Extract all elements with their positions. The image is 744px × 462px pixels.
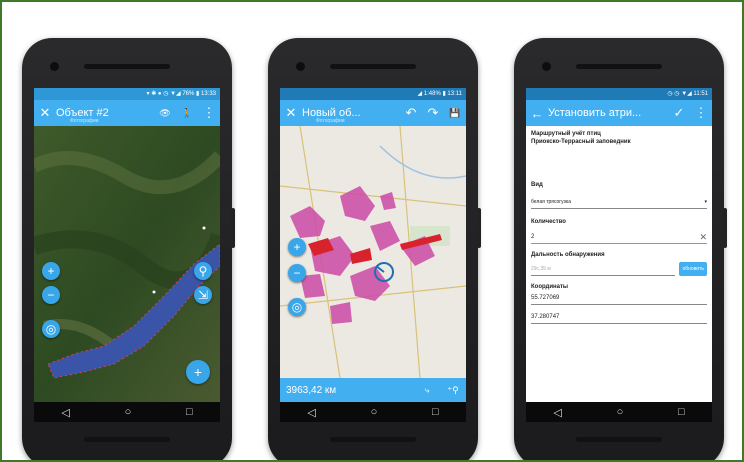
home-nav-icon[interactable]: ○ [125,406,132,418]
back-arrow-icon[interactable]: ← [526,106,548,121]
status-bar: ◷ ◷ ▼◢ 11:51 [526,88,712,100]
more-icon[interactable]: ⋮ [198,105,220,121]
count-value: 2 [531,234,535,240]
zoom-out-button[interactable]: − [42,286,60,304]
page-subtitle: Фотографии [70,118,99,124]
recents-nav-icon[interactable]: □ [432,406,439,418]
locate-button[interactable]: ◎ [288,298,306,316]
count-input[interactable]: 2 ✕ [531,231,707,244]
recents-nav-icon[interactable]: □ [678,406,685,418]
app-bar: ← Установить атри... ✓ ⋮ [526,100,712,126]
coords-label: Координаты [531,284,569,290]
save-icon[interactable]: 💾 [444,108,466,119]
more-icon[interactable]: ⋮ [690,105,712,121]
status-bar: ▾ ✱ ● ◷ ▼◢ 76% ▮ 13:33 [34,88,220,100]
phone-1: ▾ ✱ ● ◷ ▼◢ 76% ▮ 13:33 ✕ Объект #2 Фотог… [22,38,235,460]
close-icon[interactable]: ✕ [34,105,56,121]
zoom-in-button[interactable]: + [288,238,306,256]
form-header-line1: Маршрутный учёт птиц [531,131,601,137]
clear-icon[interactable]: ✕ [699,231,707,243]
status-bar: ◢ 1:48% ▮ 13:11 [280,88,466,100]
speaker [330,64,416,69]
zoom-in-button[interactable]: + [42,262,60,280]
add-point-icon[interactable]: ⁺⚲ [440,385,466,396]
form-header-line2: Приокско-Террасный заповедник [531,139,631,145]
measure-bar: 3963,42 км ⤷ ⁺⚲ [280,378,466,402]
bottom-speaker [84,437,170,442]
side-button [231,208,235,248]
redo-icon[interactable]: ↷ [422,105,444,121]
phone-2: ◢ 1:48% ▮ 13:11 ✕ Новый об... Фотографии… [268,38,481,460]
distance-label: Дальность обнаружения [531,252,605,258]
speaker [576,64,662,69]
map-view[interactable] [280,125,466,379]
species-label: Вид [531,182,543,188]
bottom-speaker [330,437,416,442]
undo-icon[interactable]: ↶ [400,105,422,121]
layers-button[interactable]: ⚲ [194,262,212,280]
refresh-button[interactable]: обновить [679,262,707,276]
distance-value: 3963,42 км [286,384,337,396]
nav-bar: ◁ ○ □ [280,402,466,422]
latitude-field[interactable]: 55.727069 [531,292,707,305]
species-select[interactable]: белая трясогузка ▾ [531,196,707,209]
count-label: Количество [531,219,566,225]
home-nav-icon[interactable]: ○ [371,406,378,418]
close-icon[interactable]: ✕ [280,105,302,121]
page-subtitle: Фотографии [316,118,345,124]
app-bar: ✕ Новый об... Фотографии ↶ ↷ 💾 [280,100,466,126]
longitude-field[interactable]: 37.280747 [531,311,707,324]
road-map-image [280,125,466,379]
back-nav-icon[interactable]: ◁ [553,406,561,419]
camera [50,62,59,71]
back-nav-icon[interactable]: ◁ [307,406,315,419]
bottom-speaker [576,437,662,442]
zoom-out-button[interactable]: − [288,264,306,282]
app-bar: ✕ Объект #2 Фотографии 👁 🚶 ⋮ [34,100,220,126]
screen-3: ◷ ◷ ▼◢ 11:51 ← Установить атри... ✓ ⋮ Ма… [526,88,712,422]
page-title: Установить атри... [548,107,642,119]
phone-3: ◷ ◷ ▼◢ 11:51 ← Установить атри... ✓ ⋮ Ма… [514,38,727,460]
walk-icon[interactable]: 🚶 [176,108,198,119]
camera [296,62,305,71]
attribute-form: Маршрутный учёт птиц Приокско-Террасный … [526,126,712,328]
compass-button[interactable]: ⇲ [194,286,212,304]
distance-input[interactable]: 29с,35 м [531,263,676,276]
recents-nav-icon[interactable]: □ [186,406,193,418]
nav-bar: ◁ ○ □ [526,402,712,422]
locate-button[interactable]: ◎ [42,320,60,338]
home-nav-icon[interactable]: ○ [617,406,624,418]
screen-2: ◢ 1:48% ▮ 13:11 ✕ Новый об... Фотографии… [280,88,466,422]
species-value: белая трясогузка [531,199,571,205]
dropdown-arrow-icon: ▾ [704,199,707,205]
camera [542,62,551,71]
speaker [84,64,170,69]
add-button[interactable]: + [186,360,210,384]
side-button [477,208,481,248]
eye-icon[interactable]: 👁 [154,108,176,119]
route-icon[interactable]: ⤷ [414,385,440,396]
check-icon[interactable]: ✓ [668,105,690,121]
screen-1: ▾ ✱ ● ◷ ▼◢ 76% ▮ 13:33 ✕ Объект #2 Фотог… [34,88,220,422]
side-button [723,208,727,248]
image-frame: ▾ ✱ ● ◷ ▼◢ 76% ▮ 13:33 ✕ Объект #2 Фотог… [0,0,744,462]
nav-bar: ◁ ○ □ [34,402,220,422]
back-nav-icon[interactable]: ◁ [61,406,69,419]
